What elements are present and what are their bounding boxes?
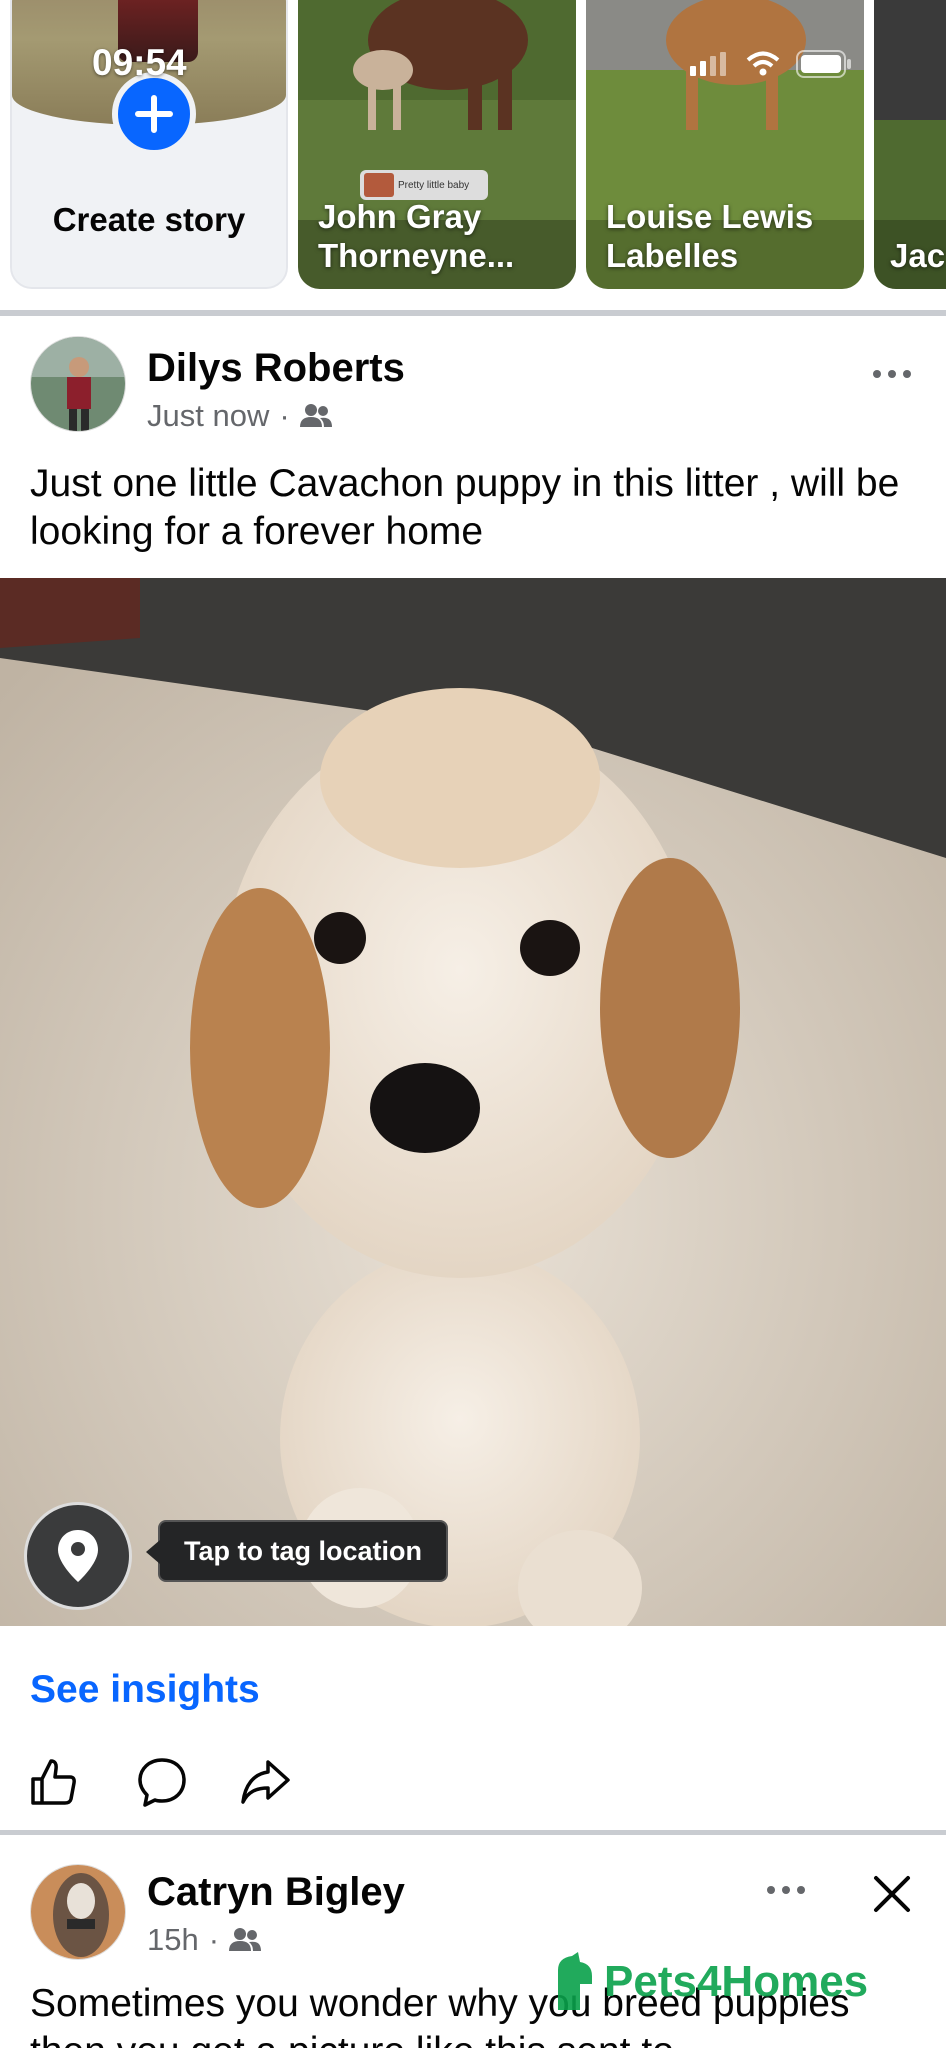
watermark-text: Pets4Homes [604, 1957, 869, 2006]
status-time: 09:54 [92, 42, 187, 83]
battery-icon [796, 50, 851, 78]
tag-location-button[interactable] [24, 1502, 132, 1610]
signal-icon [690, 52, 726, 76]
plus-icon[interactable] [112, 72, 196, 156]
see-insights-link[interactable]: See insights [30, 1668, 260, 1712]
story-name: Jac [890, 237, 946, 274]
post-header: Dilys Roberts Just now · [0, 336, 946, 446]
watermark: Pets4Homes [548, 1950, 868, 2014]
avatar[interactable] [30, 336, 126, 432]
story-card-john-gray[interactable]: Pretty little baby John Gray Thorneyne..… [298, 0, 576, 289]
create-story-label: Create story [52, 201, 246, 238]
story-caption: Pretty little baby [398, 179, 470, 191]
close-icon [874, 1876, 910, 1912]
share-icon [241, 1760, 290, 1804]
comment-icon [138, 1758, 186, 1807]
post-author[interactable]: Catryn Bigley [147, 1870, 405, 1915]
post-author[interactable]: Dilys Roberts [147, 346, 405, 391]
post-text: Just one little Cavachon puppy in this l… [30, 462, 900, 553]
share-button[interactable] [238, 1754, 294, 1810]
post-time[interactable]: Just now [147, 398, 269, 434]
location-tooltip[interactable]: Tap to tag location [146, 1520, 448, 1582]
story-card-jac[interactable]: Jac [874, 0, 946, 289]
hide-post-button[interactable] [864, 1866, 920, 1922]
status-icons [690, 50, 852, 78]
location-pin-icon [58, 1530, 98, 1582]
wifi-icon [746, 51, 780, 76]
post-photo[interactable] [0, 578, 946, 1626]
stories-strip: Create story Pretty little baby John Gra… [0, 0, 946, 310]
comment-button[interactable] [134, 1754, 190, 1810]
story-thumbnail: Pretty little baby [360, 170, 488, 200]
story-name: Louise Lewis Labelles [606, 198, 814, 274]
more-options-button[interactable] [862, 354, 922, 394]
post-meta: Just now · [147, 398, 332, 434]
friends-icon [229, 1928, 262, 1951]
post-divider [0, 1830, 946, 1835]
friends-icon [299, 404, 332, 427]
section-divider [0, 310, 946, 316]
story-name: John Gray Thorneyne... [318, 198, 515, 274]
post-actions [0, 1744, 946, 1814]
avatar[interactable] [30, 1864, 126, 1960]
watermark-logo-icon [558, 1952, 592, 2010]
post-meta: 15h · [147, 1922, 262, 1958]
post-time[interactable]: 15h [147, 1922, 199, 1958]
meta-dot: · [208, 1922, 220, 1957]
more-options-button[interactable] [756, 1870, 816, 1910]
meta-dot: · [279, 398, 290, 433]
like-button[interactable] [26, 1754, 82, 1810]
thumbs-up-icon [31, 1759, 76, 1805]
story-card-louise-lewis[interactable]: Louise Lewis Labelles [586, 0, 864, 289]
